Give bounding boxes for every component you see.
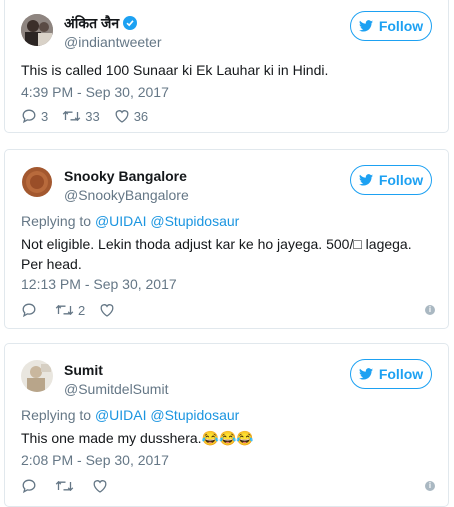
tweet-card[interactable]: अंकित जैन @indiantweeter Follow This is … (4, 0, 449, 133)
author-handle[interactable]: @SnookyBangalore (64, 187, 189, 203)
follow-label: Follow (378, 366, 424, 382)
like-action[interactable] (92, 478, 112, 494)
tweet-actions: 2 (21, 301, 133, 319)
twitter-bird-icon (358, 174, 373, 186)
retweet-count: 33 (85, 108, 100, 124)
follow-button[interactable]: Follow (350, 165, 432, 195)
heart-icon (100, 304, 114, 317)
replying-to-prefix: Replying to (21, 213, 92, 229)
tweet-text: Not eligible. Lekin thoda adjust kar ke … (21, 236, 412, 272)
retweet-action[interactable]: 33 (62, 108, 100, 124)
info-icon[interactable]: i (425, 481, 435, 491)
author-name[interactable]: Sumit (64, 362, 103, 378)
reply-action[interactable] (21, 302, 41, 318)
tweet-text: This is called 100 Sunaar ki Ek Lauhar k… (21, 62, 329, 78)
tweet-actions (21, 477, 126, 495)
replying-to-prefix: Replying to (21, 407, 92, 423)
replying-to: Replying to @UIDAI @Stupidosaur (21, 213, 239, 229)
info-icon[interactable]: i (425, 305, 435, 315)
heart-icon (93, 480, 107, 493)
tweet-card[interactable]: Sumit @SumitdelSumit Follow Replying to … (4, 343, 449, 507)
author-name[interactable]: अंकित जैन (64, 14, 138, 33)
retweet-action[interactable]: 2 (55, 302, 85, 318)
reply-action[interactable] (21, 478, 41, 494)
reply-icon (22, 109, 36, 124)
author-name[interactable]: Snooky Bangalore (64, 168, 187, 184)
replying-to-handles[interactable]: @UIDAI @Stupidosaur (95, 213, 239, 229)
reply-action[interactable]: 3 (21, 108, 48, 124)
tweet-text: This one made my dusshera.😂😂😂 (21, 430, 254, 446)
author-handle[interactable]: @indiantweeter (64, 34, 162, 50)
avatar[interactable] (21, 166, 53, 198)
reply-count: 3 (41, 108, 49, 124)
tweet-timestamp[interactable]: 2:08 PM - Sep 30, 2017 (21, 452, 169, 468)
author-handle[interactable]: @SumitdelSumit (64, 381, 168, 397)
retweet-action[interactable] (55, 478, 78, 494)
author-name-text: अंकित जैन (64, 15, 120, 31)
retweet-count: 2 (78, 302, 86, 318)
avatar[interactable] (21, 360, 53, 392)
follow-label: Follow (378, 18, 424, 34)
like-action[interactable]: 36 (114, 108, 148, 124)
replying-to-handles[interactable]: @UIDAI @Stupidosaur (95, 407, 239, 423)
twitter-bird-icon (358, 368, 373, 380)
tweet-actions: 3 33 36 (21, 107, 162, 125)
replying-to: Replying to @UIDAI @Stupidosaur (21, 407, 239, 423)
tweet-card[interactable]: Snooky Bangalore @SnookyBangalore Follow… (4, 149, 449, 329)
retweet-icon (62, 110, 81, 122)
tweet-timestamp[interactable]: 4:39 PM - Sep 30, 2017 (21, 84, 169, 100)
verified-badge-icon (123, 16, 138, 30)
retweet-icon (55, 304, 74, 316)
like-count: 36 (133, 108, 149, 124)
reply-icon (22, 479, 36, 494)
heart-icon (115, 110, 129, 123)
follow-label: Follow (378, 172, 424, 188)
reply-icon (22, 303, 36, 318)
twitter-bird-icon (358, 20, 373, 32)
tweet-timestamp[interactable]: 12:13 PM - Sep 30, 2017 (21, 276, 177, 292)
retweet-icon (55, 480, 74, 492)
avatar[interactable] (21, 14, 53, 46)
follow-button[interactable]: Follow (350, 11, 432, 41)
follow-button[interactable]: Follow (350, 359, 432, 389)
like-action[interactable] (99, 302, 119, 318)
